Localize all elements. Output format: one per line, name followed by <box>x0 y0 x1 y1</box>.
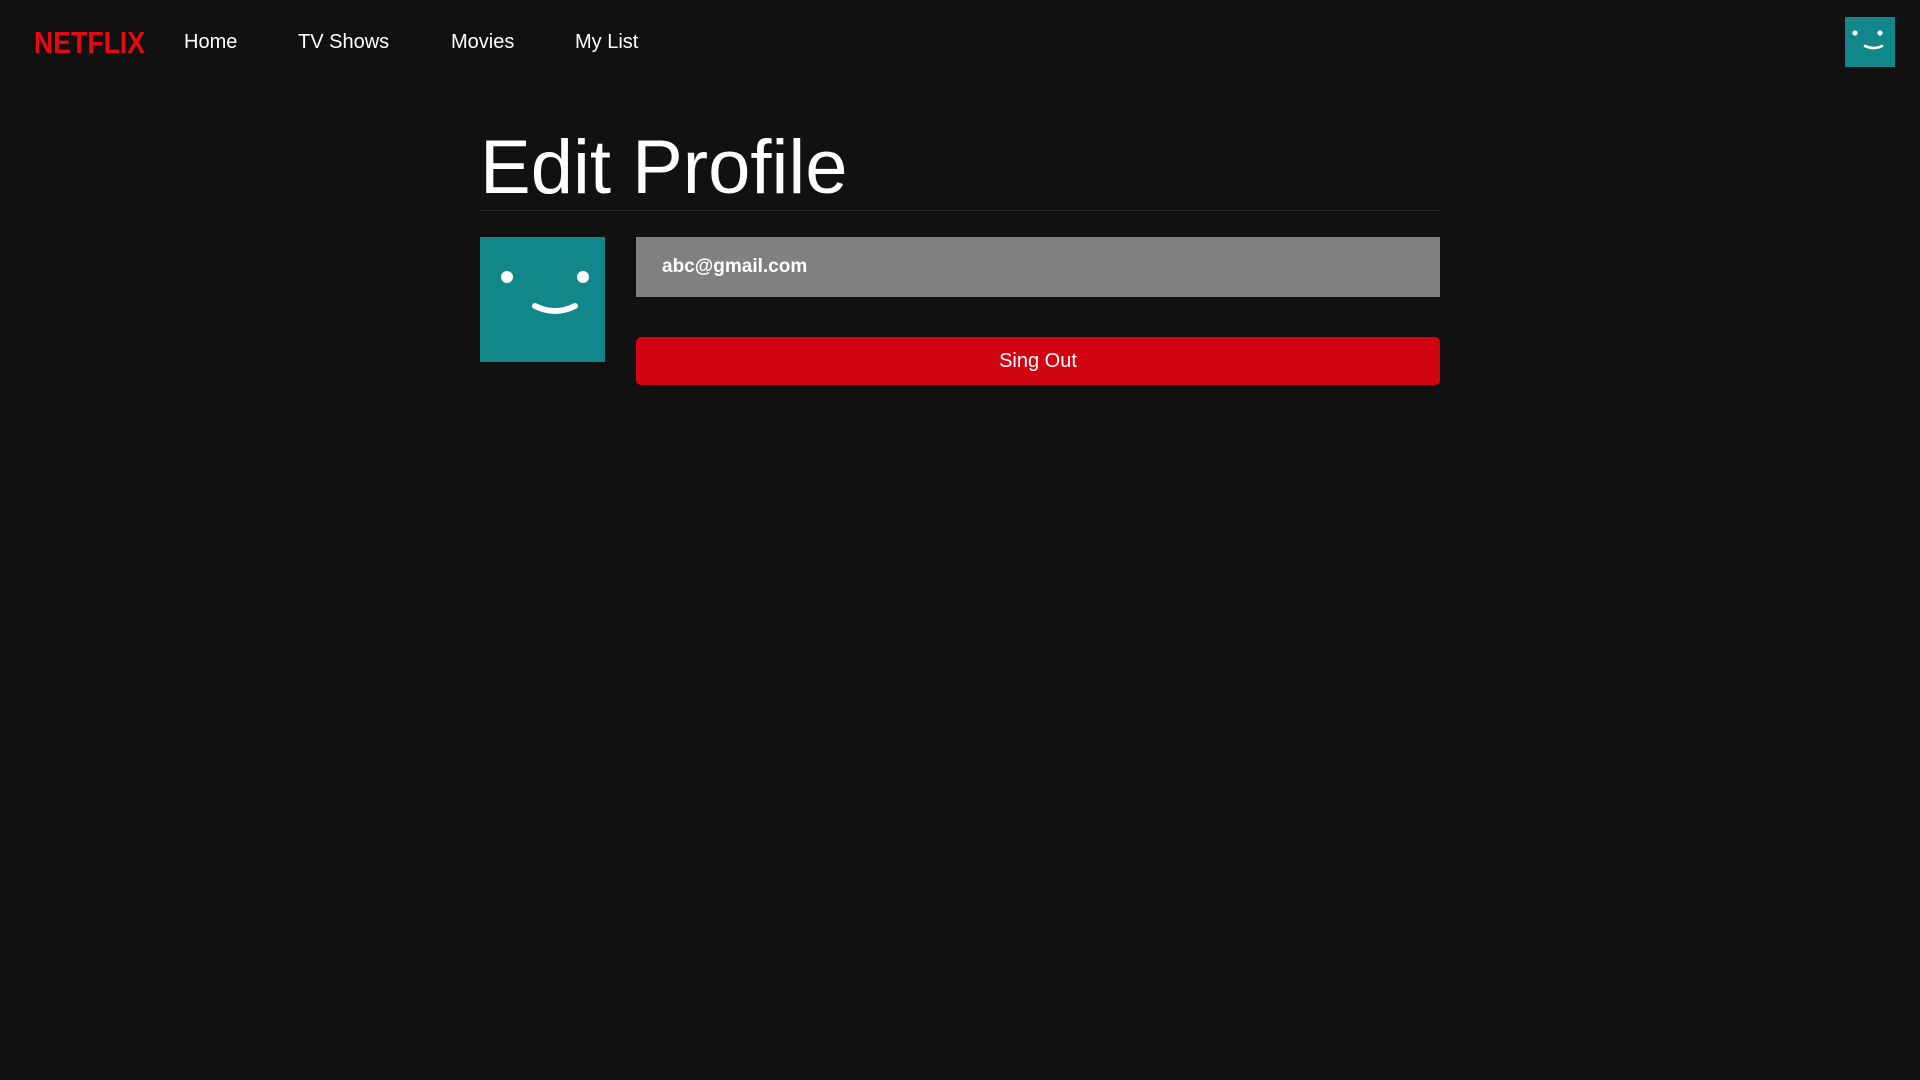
netflix-logo[interactable]: NETFLIX <box>34 26 145 60</box>
email-field[interactable] <box>636 237 1440 297</box>
title-divider <box>480 210 1440 211</box>
smiley-avatar-icon <box>1845 17 1895 67</box>
page: NETFLIX Home TV Shows Movies My List Edi… <box>0 0 1920 1080</box>
nav-link-movies[interactable]: Movies <box>451 29 514 55</box>
top-nav: NETFLIX Home TV Shows Movies My List <box>0 0 1920 84</box>
nav-link-home[interactable]: Home <box>184 29 237 55</box>
nav-link-my-list[interactable]: My List <box>575 29 638 55</box>
smiley-avatar-icon <box>480 237 605 362</box>
profile-avatar <box>480 237 605 362</box>
sign-out-button[interactable]: Sing Out <box>636 337 1440 385</box>
nav-link-tv-shows[interactable]: TV Shows <box>298 29 389 55</box>
profile-menu-avatar[interactable] <box>1845 17 1895 67</box>
page-title: Edit Profile <box>480 125 848 210</box>
